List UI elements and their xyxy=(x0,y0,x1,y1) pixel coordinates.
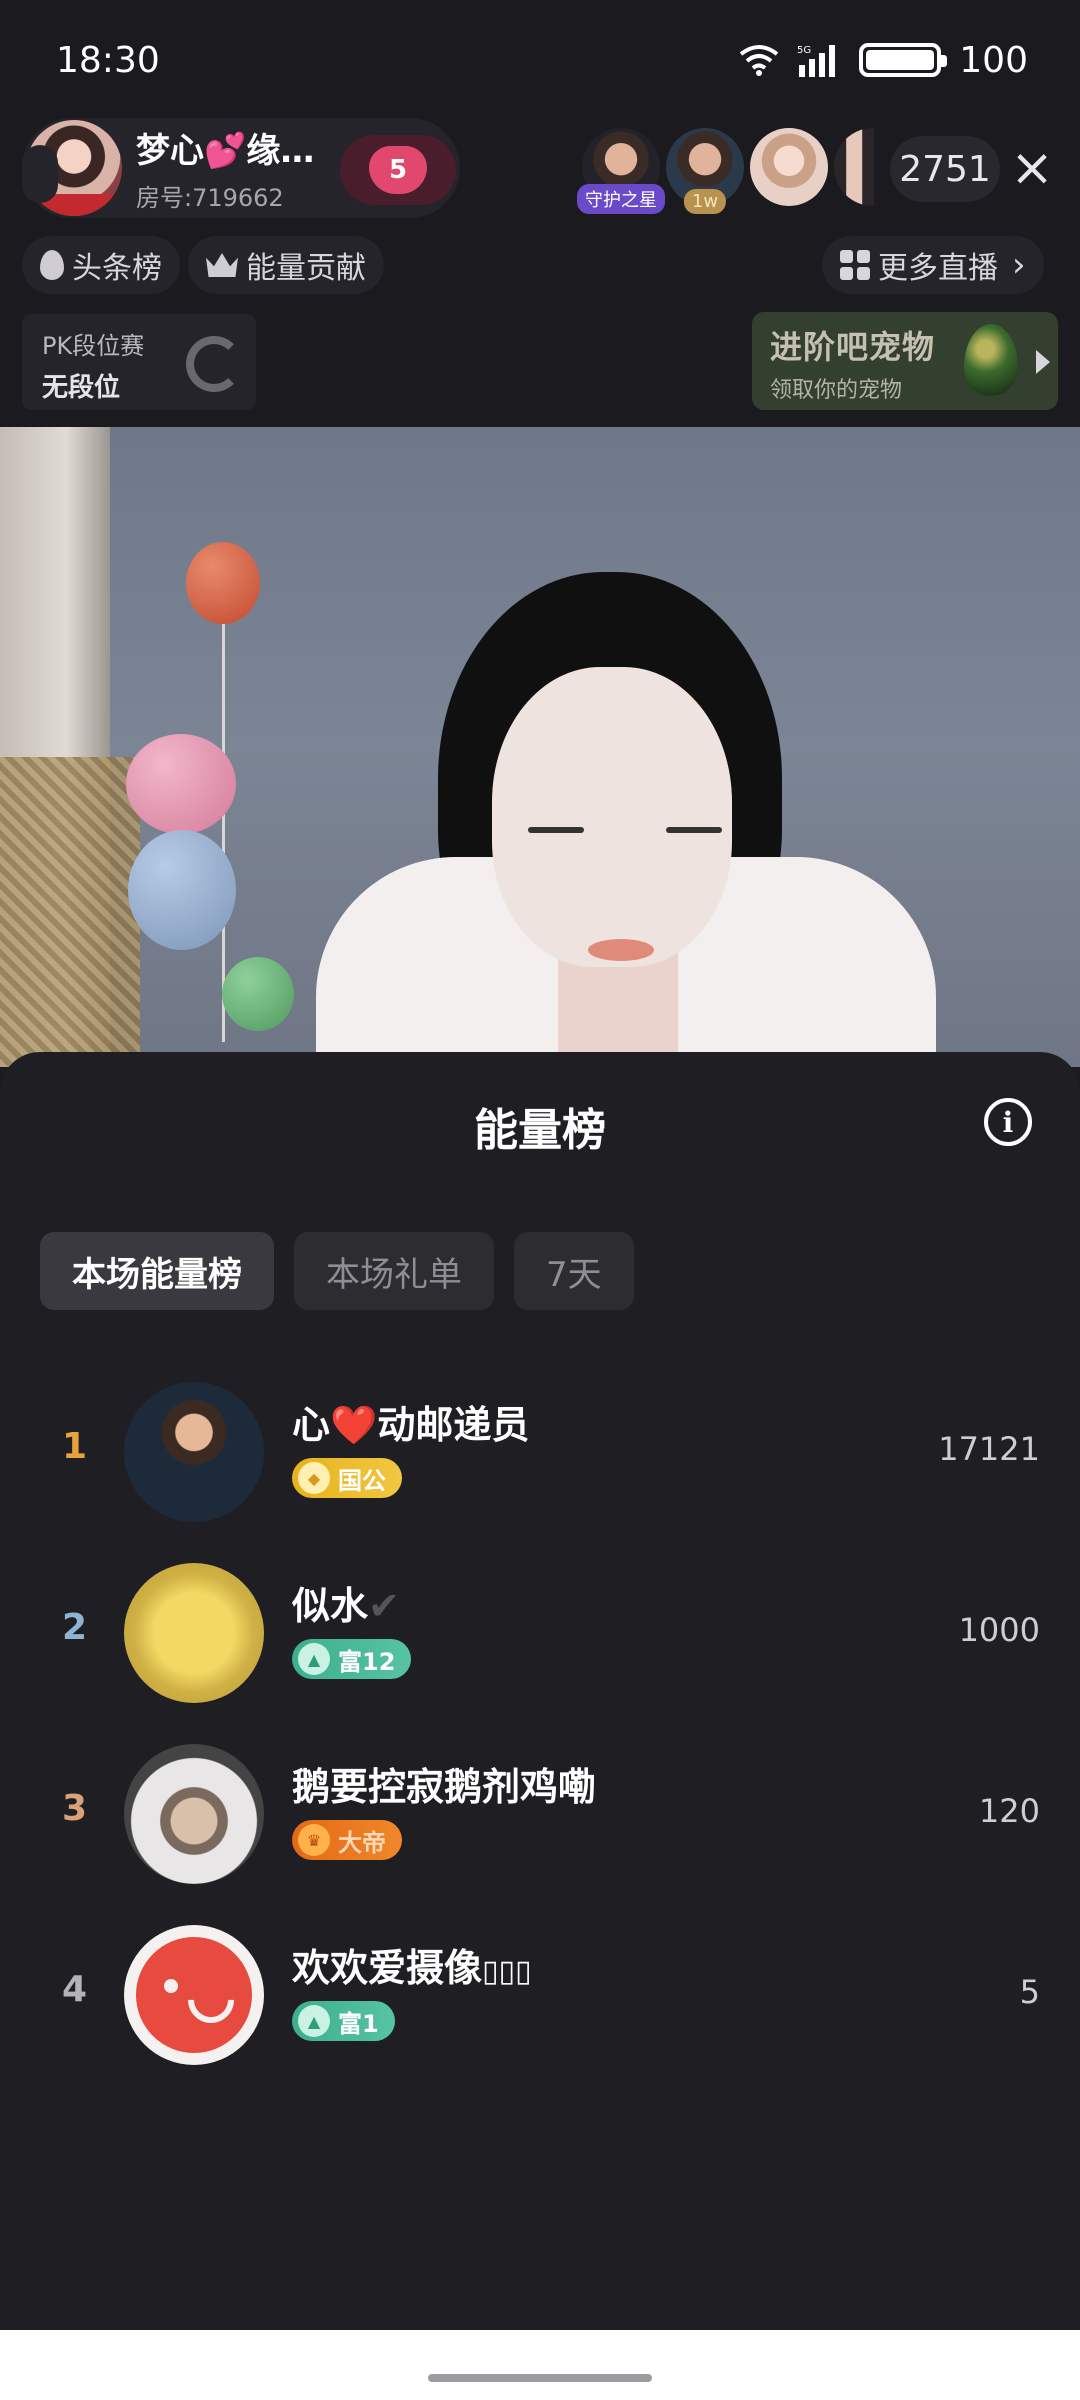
streamer-eye xyxy=(666,827,722,833)
heart-level-icon: 5 xyxy=(369,146,427,194)
balloon-green xyxy=(222,957,294,1031)
diamond-icon: ◆ xyxy=(298,1462,330,1494)
viewer-count[interactable]: 2751 xyxy=(890,136,1000,202)
ranking-row[interactable]: 4 欢欢爱摄像▯▯▯ ▲ 富1 5 xyxy=(0,1905,1080,2086)
ranking-row[interactable]: 3 鹅要控寂鹅剂鸡嘞 ♛ 大帝 120 xyxy=(0,1724,1080,1905)
pk-rank-card[interactable]: PK段位赛 无段位 xyxy=(22,314,256,410)
sheet-title: 能量榜 xyxy=(474,1105,606,1156)
guardian-tag: 守护之星 xyxy=(577,184,665,214)
status-bar: 18:30 5G 100 xyxy=(0,0,1080,120)
rank-badge: ▲ 富1 xyxy=(292,2001,395,2041)
energy-score: 5 xyxy=(1019,1973,1040,2011)
close-icon[interactable]: × xyxy=(1008,138,1056,198)
viewer-avatars[interactable]: 守护之星 1w xyxy=(577,128,874,214)
info-icon[interactable]: i xyxy=(984,1098,1032,1146)
tab-energy-ranking[interactable]: 本场能量榜 xyxy=(40,1232,274,1310)
headlines-button[interactable]: 头条榜 xyxy=(22,236,180,294)
energy-ranking-sheet: 能量榜 i 本场能量榜 本场礼单 7天 1 心❤️动邮递员 ◆ 国公 17121 … xyxy=(0,1052,1080,2330)
viewer-avatar[interactable] xyxy=(750,128,828,206)
video-floor xyxy=(0,757,140,1067)
pet-banner[interactable]: 进阶吧宠物 领取你的宠物 xyxy=(752,312,1058,410)
ranking-row[interactable]: 1 心❤️动邮递员 ◆ 国公 17121 xyxy=(0,1362,1080,1543)
user-avatar[interactable] xyxy=(124,1563,264,1703)
user-name: 心❤️动邮递员 xyxy=(292,1403,530,1447)
status-icons: 5G 100 xyxy=(739,40,1028,81)
rank-number: 1 xyxy=(62,1426,88,1467)
user-name: 鹅要控寂鹅剂鸡嘞 xyxy=(292,1765,597,1809)
chevron-right-icon: › xyxy=(1012,245,1026,285)
viewer-avatar[interactable]: 守护之星 xyxy=(577,128,665,214)
energy-score: 17121 xyxy=(938,1430,1040,1468)
energy-contribution-label: 能量贡献 xyxy=(246,251,366,286)
rank-number: 4 xyxy=(62,1969,88,2010)
drop-icon xyxy=(40,250,64,280)
rank-badge: ♛ 大帝 xyxy=(292,1820,402,1860)
system-nav-bar xyxy=(0,2330,1080,2400)
battery-icon xyxy=(859,43,948,77)
pk-swirl-icon xyxy=(186,336,242,392)
tab-7-days[interactable]: 7天 xyxy=(514,1232,634,1310)
dummy xyxy=(22,145,58,203)
user-name: 似水✔ xyxy=(292,1584,400,1628)
energy-score: 1000 xyxy=(958,1611,1040,1649)
rank-number: 2 xyxy=(62,1607,88,1648)
user-avatar[interactable] xyxy=(124,1925,264,2065)
energy-contribution-button[interactable]: 能量贡献 xyxy=(188,236,384,294)
crown-icon xyxy=(206,253,238,277)
grid-icon xyxy=(840,250,870,280)
play-arrow-icon xyxy=(1036,350,1050,374)
home-handle[interactable] xyxy=(428,2374,652,2382)
balloon-blue xyxy=(128,830,236,950)
ranking-row[interactable]: 2 似水✔ ▲ 富12 1000 xyxy=(0,1543,1080,1724)
triangle-icon: ▲ xyxy=(298,2005,330,2037)
follow-heart-badge[interactable]: 5 xyxy=(340,135,456,205)
level-tag: 1w xyxy=(683,189,727,214)
streamer-eye xyxy=(528,827,584,833)
ranking-tabs: 本场能量榜 本场礼单 7天 xyxy=(40,1232,634,1310)
host-name: 梦心💕缘… xyxy=(136,131,315,171)
rank-badge: ◆ 国公 xyxy=(292,1458,402,1498)
emperor-icon: ♛ xyxy=(298,1824,330,1856)
wifi-icon xyxy=(740,45,779,76)
streamer-face xyxy=(492,667,732,967)
tab-gift-list[interactable]: 本场礼单 xyxy=(294,1232,494,1310)
user-avatar[interactable] xyxy=(124,1744,264,1884)
ranking-list: 1 心❤️动邮递员 ◆ 国公 17121 2 似水✔ ▲ 富12 1000 3 鹅要… xyxy=(0,1362,1080,2086)
heart-level: 5 xyxy=(388,155,408,185)
live-video[interactable] xyxy=(0,427,1080,1067)
energy-score: 120 xyxy=(978,1792,1040,1830)
rank-number: 3 xyxy=(62,1788,88,1829)
viewer-avatar[interactable] xyxy=(834,128,874,206)
viewer-avatar[interactable]: 1w xyxy=(666,128,744,214)
balloon-red xyxy=(186,542,260,624)
headlines-label: 头条榜 xyxy=(72,251,162,286)
battery-level: 100 xyxy=(959,39,1028,81)
svg-text:5G: 5G xyxy=(797,45,811,56)
host-info: 梦心💕缘… 房号:719662 xyxy=(136,123,314,213)
more-live-label: 更多直播 xyxy=(878,251,998,286)
user-name: 欢欢爱摄像▯▯▯ xyxy=(292,1946,532,1990)
host-room-number: 房号:719662 xyxy=(136,184,284,212)
status-time: 18:30 xyxy=(56,39,160,81)
streamer-lips xyxy=(588,939,654,961)
balloon-pink xyxy=(126,734,236,834)
signal-icon: 5G xyxy=(797,45,836,77)
more-live-button[interactable]: 更多直播 › xyxy=(822,236,1044,294)
triangle-icon: ▲ xyxy=(298,1643,330,1675)
rank-badge: ▲ 富12 xyxy=(292,1639,412,1679)
user-avatar[interactable] xyxy=(124,1382,264,1522)
